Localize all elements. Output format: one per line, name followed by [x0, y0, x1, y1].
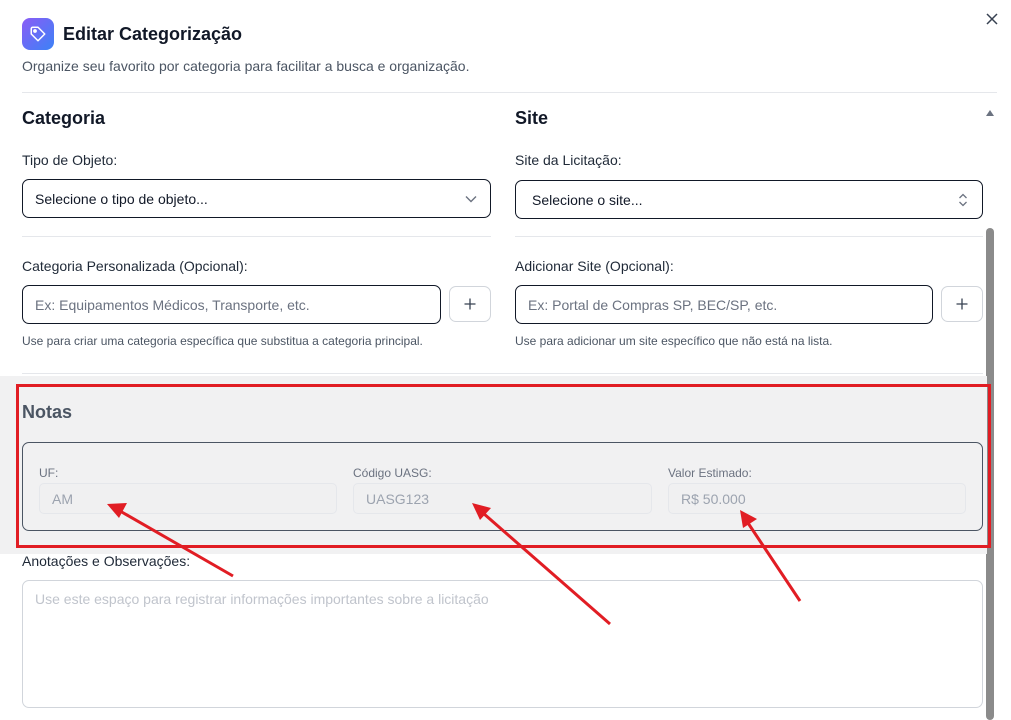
adicionar-site-label: Adicionar Site (Opcional): [515, 258, 674, 274]
site-licitacao-label: Site da Licitação: [515, 152, 622, 168]
valor-estimado-value: R$ 50.000 [681, 490, 746, 507]
site-licitacao-select[interactable]: Selecione o site... [515, 180, 983, 219]
scroll-up-arrow-icon[interactable] [985, 108, 995, 118]
adicionar-site-input[interactable] [515, 285, 933, 324]
site-help-text: Use para adicionar um site específico qu… [515, 334, 833, 348]
valor-estimado-field[interactable]: R$ 50.000 [668, 483, 966, 514]
categoria-personalizada-label: Categoria Personalizada (Opcional): [22, 258, 248, 274]
site-divider [515, 236, 983, 237]
add-categoria-button[interactable] [449, 286, 491, 322]
add-site-button[interactable] [941, 286, 983, 322]
categoria-help-text: Use para criar uma categoria específica … [22, 334, 423, 348]
site-licitacao-value: Selecione o site... [532, 191, 643, 208]
close-icon [986, 13, 998, 25]
close-button[interactable] [981, 8, 1003, 30]
valor-estimado-label: Valor Estimado: [668, 466, 752, 480]
uf-label: UF: [39, 466, 59, 480]
anotacoes-textarea[interactable] [22, 580, 983, 708]
dialog-title: Editar Categorização [63, 23, 243, 44]
codigo-uasg-value: UASG123 [366, 490, 430, 507]
tipo-objeto-select[interactable]: Selecione o tipo de objeto... [22, 179, 491, 218]
header-divider [22, 92, 997, 93]
tipo-objeto-value: Selecione o tipo de objeto... [35, 190, 208, 207]
uf-value: AM [52, 490, 73, 507]
scrollbar-thumb[interactable] [986, 228, 994, 720]
categoria-section-title: Categoria [22, 108, 106, 128]
tags-icon [22, 18, 54, 50]
uf-field[interactable]: AM [39, 483, 337, 514]
anotacoes-label: Anotações e Observações: [22, 553, 191, 569]
plus-icon [464, 298, 476, 310]
plus-icon [956, 298, 968, 310]
notes-top-divider [22, 373, 983, 374]
dialog-header: Editar Categorização [22, 18, 242, 50]
categoria-personalizada-input[interactable] [22, 285, 441, 324]
tipo-objeto-label: Tipo de Objeto: [22, 152, 118, 168]
dialog-subtitle: Organize seu favorito por categoria para… [22, 58, 470, 74]
codigo-uasg-field[interactable]: UASG123 [353, 483, 652, 514]
categoria-divider [22, 236, 491, 237]
chevron-up-down-icon [956, 193, 970, 207]
notas-section-title: Notas [22, 402, 73, 422]
codigo-uasg-label: Código UASG: [353, 466, 432, 480]
chevron-down-icon [464, 192, 478, 206]
site-section-title: Site [515, 108, 549, 128]
